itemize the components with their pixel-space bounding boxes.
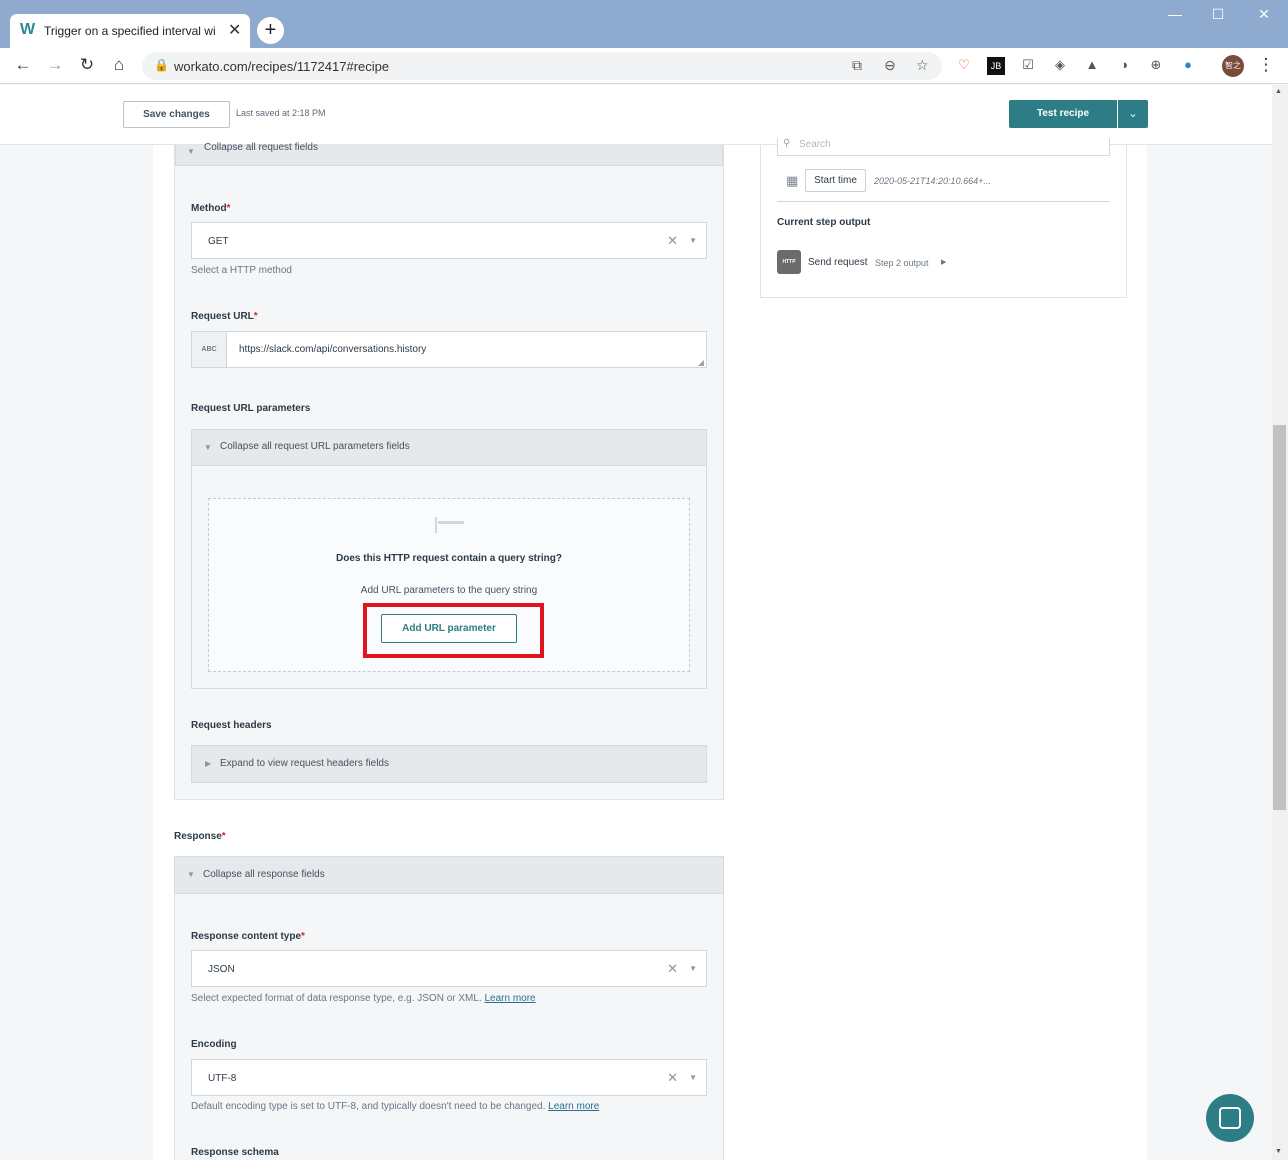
request-url-field[interactable]: ABC https://slack.com/api/conversations.… (191, 331, 707, 368)
avatar[interactable]: 智之 (1222, 55, 1244, 77)
response-schema-label: Response schema (191, 1147, 279, 1158)
request-url-label: Request URL* (191, 311, 258, 322)
menu-icon[interactable]: ⋮ (1254, 54, 1278, 78)
collapse-request-bar[interactable]: ▼ Collapse all request fields (175, 142, 723, 166)
caret-right-icon[interactable]: ▶ (941, 258, 946, 266)
start-time-pill[interactable]: Start time (805, 169, 866, 192)
caret-right-icon: ▶ (205, 759, 212, 768)
browser-tab[interactable]: W Trigger on a specified interval wi ✕ (10, 14, 250, 48)
content-type-value: JSON (208, 964, 235, 975)
method-label: Method* (191, 203, 231, 214)
globe-icon[interactable]: ⊕ (1147, 57, 1165, 75)
scroll-down-icon[interactable]: ▼ (1275, 1148, 1282, 1155)
scrollbar-thumb[interactable] (1273, 425, 1286, 810)
workato-favicon-icon: W (20, 21, 36, 38)
divider (777, 201, 1110, 202)
extension-icon[interactable]: ▲ (1083, 57, 1101, 75)
back-icon[interactable]: ← (11, 54, 35, 78)
encoding-hint: Default encoding type is set to UTF-8, a… (191, 1101, 600, 1112)
minimize-icon[interactable]: — (1160, 6, 1190, 26)
collapse-url-params-bar[interactable]: ▼ Collapse all request URL parameters fi… (191, 429, 707, 466)
recipe-header: Save changes Last saved at 2:18 PM Test … (0, 85, 1272, 145)
chat-icon (1219, 1107, 1241, 1129)
collapse-url-params-label: Collapse all request URL parameters fiel… (220, 441, 410, 452)
step-name[interactable]: Send request (808, 257, 868, 268)
address-bar[interactable]: 🔒 workato.com/recipes/1172417#recipe ⧉ ⊖… (142, 52, 942, 80)
empty-state-icon (435, 517, 437, 533)
method-select[interactable]: GET ✕ ▼ (191, 222, 707, 259)
home-icon[interactable]: ⌂ (107, 54, 131, 78)
response-label: Response* (174, 831, 226, 842)
chat-launcher-button[interactable] (1206, 1094, 1254, 1142)
extension-icon[interactable]: ☑ (1019, 57, 1037, 75)
extension-icon[interactable]: ♡ (955, 57, 973, 75)
new-tab-button[interactable]: + (257, 17, 284, 44)
translate-icon[interactable]: ⧉ (852, 57, 862, 74)
calendar-icon: ▦ (786, 173, 799, 188)
content-type-select[interactable]: JSON ✕ ▼ (191, 950, 707, 987)
reload-icon[interactable]: ↻ (75, 54, 99, 78)
lock-icon: 🔒 (154, 58, 169, 72)
browser-toolbar: ← → ↻ ⌂ 🔒 workato.com/recipes/1172417#re… (0, 48, 1288, 84)
chevron-down-icon[interactable]: ▼ (689, 964, 697, 973)
url-params-label: Request URL parameters (191, 403, 311, 414)
extension-icon[interactable]: ● (1179, 57, 1197, 75)
encoding-label: Encoding (191, 1039, 237, 1050)
clear-icon[interactable]: ✕ (667, 233, 678, 249)
current-step-output-label: Current step output (777, 217, 871, 228)
response-panel (174, 856, 724, 1160)
start-time-value: 2020-05-21T14:20:10.664+... (874, 176, 991, 186)
resize-handle-icon[interactable]: ◢ (698, 358, 704, 367)
chevron-down-icon[interactable]: ▼ (689, 1073, 697, 1082)
chevron-down-icon[interactable]: ▼ (689, 236, 697, 245)
last-saved-text: Last saved at 2:18 PM (236, 108, 326, 118)
request-url-value: https://slack.com/api/conversations.hist… (239, 344, 427, 355)
collapse-response-label: Collapse all response fields (203, 869, 325, 880)
learn-more-link[interactable]: Learn more (484, 993, 535, 1004)
forward-icon[interactable]: → (43, 54, 67, 78)
extension-icon[interactable]: ◑ (1115, 57, 1133, 75)
chevron-down-icon[interactable]: ⌄ (1118, 100, 1148, 128)
extension-icon[interactable]: ◈ (1051, 57, 1069, 75)
collapse-response-bar[interactable]: ▼ Collapse all response fields (174, 856, 724, 894)
highlight-box (363, 603, 544, 658)
http-icon: HTTP (777, 250, 801, 274)
caret-down-icon: ▼ (187, 147, 195, 156)
method-hint: Select a HTTP method (191, 265, 292, 276)
url-text: workato.com/recipes/1172417#recipe (174, 59, 390, 74)
empty-state-title: Does this HTTP request contain a query s… (336, 553, 562, 564)
window-close-icon[interactable]: ✕ (1249, 6, 1279, 26)
content-type-hint: Select expected format of data response … (191, 993, 536, 1004)
extension-icon[interactable]: JB (987, 57, 1005, 75)
scroll-up-icon[interactable]: ▲ (1275, 88, 1282, 95)
save-changes-button[interactable]: Save changes (123, 101, 230, 128)
encoding-value: UTF-8 (208, 1073, 237, 1084)
test-recipe-button[interactable]: Test recipe (1009, 100, 1117, 128)
learn-more-link[interactable]: Learn more (548, 1101, 599, 1112)
maximize-icon[interactable]: ☐ (1203, 6, 1233, 26)
collapse-request-label: Collapse all request fields (204, 142, 318, 153)
empty-state-subtitle: Add URL parameters to the query string (360, 585, 538, 596)
caret-down-icon: ▼ (187, 870, 195, 879)
expand-headers-label: Expand to view request headers fields (220, 758, 389, 769)
tab-close-icon[interactable]: ✕ (228, 20, 241, 40)
clear-icon[interactable]: ✕ (667, 1070, 678, 1086)
search-icon: ⚲ (783, 138, 791, 149)
text-type-icon: ABC (192, 332, 227, 367)
request-headers-label: Request headers (191, 720, 272, 731)
step-output-label: Step 2 output (875, 258, 929, 268)
content-type-label: Response content type* (191, 931, 305, 942)
method-value: GET (208, 236, 229, 247)
encoding-select[interactable]: UTF-8 ✕ ▼ (191, 1059, 707, 1096)
bookmark-star-icon[interactable]: ☆ (916, 57, 929, 74)
search-placeholder: Search (799, 139, 831, 150)
expand-headers-bar[interactable]: ▶ Expand to view request headers fields (191, 745, 707, 783)
clear-icon[interactable]: ✕ (667, 961, 678, 977)
caret-down-icon: ▼ (204, 443, 212, 452)
tab-title: Trigger on a specified interval wi (44, 24, 216, 38)
search-input[interactable]: ⚲ Search (777, 138, 1110, 156)
zoom-icon[interactable]: ⊖ (884, 57, 896, 74)
empty-state-icon (438, 521, 464, 524)
